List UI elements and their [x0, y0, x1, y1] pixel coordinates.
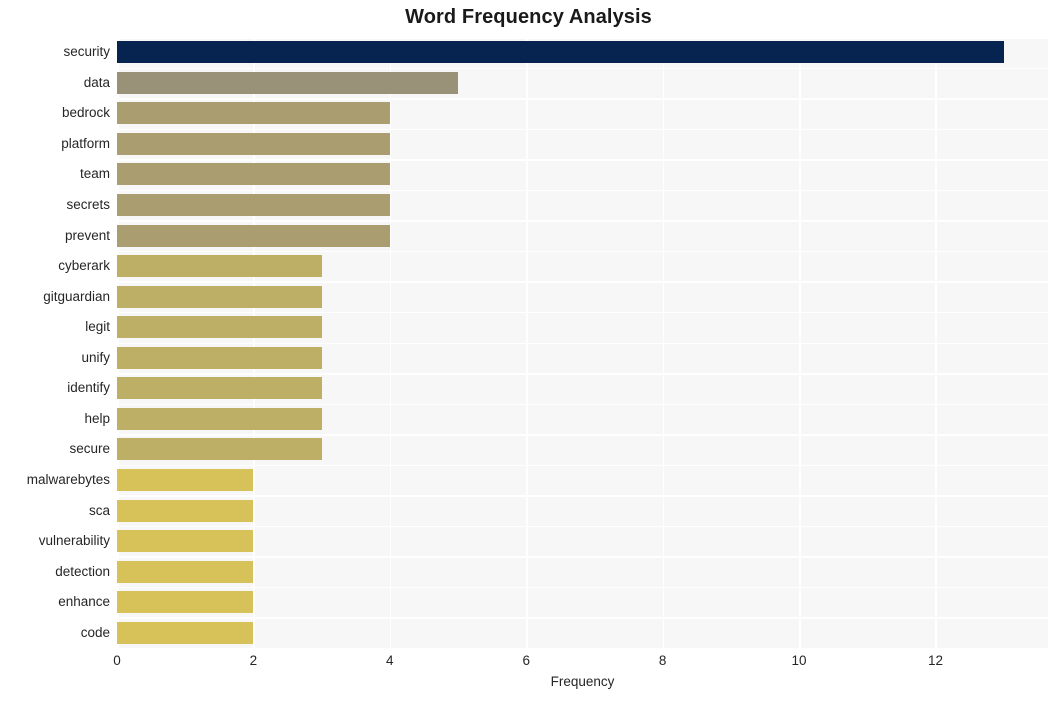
y-axis-tick-label: cyberark	[58, 258, 110, 274]
y-axis-tick-label: enhance	[58, 594, 110, 610]
y-axis-tick-label: data	[83, 74, 110, 90]
x-axis-tick-label: 12	[927, 653, 943, 668]
y-axis-tick-label: platform	[61, 135, 110, 151]
bar[interactable]	[117, 41, 1004, 64]
chart-title: Word Frequency Analysis	[405, 6, 652, 28]
bar[interactable]	[117, 560, 254, 583]
y-axis-tick-label: unify	[81, 349, 110, 365]
bars-layer	[117, 37, 1048, 648]
word-frequency-chart: Word Frequency Analysis security data bedr…	[0, 0, 1057, 701]
bar[interactable]	[117, 71, 459, 94]
y-axis-tick-label: security	[63, 44, 110, 60]
bar[interactable]	[117, 621, 254, 644]
x-axis-tick-label: 6	[522, 653, 530, 668]
y-axis-tick-label: malwarebytes	[26, 471, 110, 487]
bar[interactable]	[117, 407, 322, 430]
y-axis-tick-label: help	[84, 410, 110, 426]
x-axis-tick-label: 2	[249, 653, 258, 668]
bar[interactable]	[117, 591, 254, 614]
y-axis-tick-label: bedrock	[61, 105, 110, 121]
x-axis-tick-label: 8	[658, 653, 667, 668]
y-axis-tick-label: prevent	[64, 227, 110, 243]
y-axis-tick-label: legit	[85, 319, 110, 335]
x-axis-tick-label: 10	[791, 653, 807, 668]
x-axis-tick-label: 4	[386, 653, 394, 668]
y-axis-tick-label: code	[80, 624, 110, 640]
bar[interactable]	[117, 438, 322, 461]
bar[interactable]	[117, 468, 254, 491]
y-axis-tick-label: team	[79, 166, 110, 182]
bar[interactable]	[117, 194, 390, 217]
x-axis-tick-labels: 0 2 4 6 8 10 12	[0, 650, 1057, 674]
bar[interactable]	[117, 255, 322, 278]
y-axis-tick-label: sca	[88, 502, 110, 518]
plot-area	[117, 37, 1048, 650]
y-axis-tick-label: identify	[67, 380, 110, 396]
bar[interactable]	[117, 102, 390, 125]
bar[interactable]	[117, 285, 322, 308]
bar[interactable]	[117, 346, 322, 369]
bar[interactable]	[117, 163, 390, 186]
y-axis-tick-label: secrets	[66, 197, 110, 213]
y-axis-tick-label: secure	[69, 441, 110, 457]
y-axis-tick-label: vulnerability	[38, 533, 110, 549]
bar[interactable]	[117, 132, 390, 155]
y-axis-tick-label: detection	[55, 563, 110, 579]
bar[interactable]	[117, 224, 390, 247]
bar[interactable]	[117, 316, 322, 339]
y-axis-labels: security data bedrock platform team secrets pr…	[0, 37, 110, 648]
x-axis-title: Frequency	[550, 674, 615, 689]
y-axis-tick-label: gitguardian	[43, 288, 110, 304]
bar[interactable]	[117, 530, 254, 553]
bar[interactable]	[117, 377, 322, 400]
x-axis-tick-label: 0	[113, 653, 121, 668]
bar[interactable]	[117, 499, 254, 522]
